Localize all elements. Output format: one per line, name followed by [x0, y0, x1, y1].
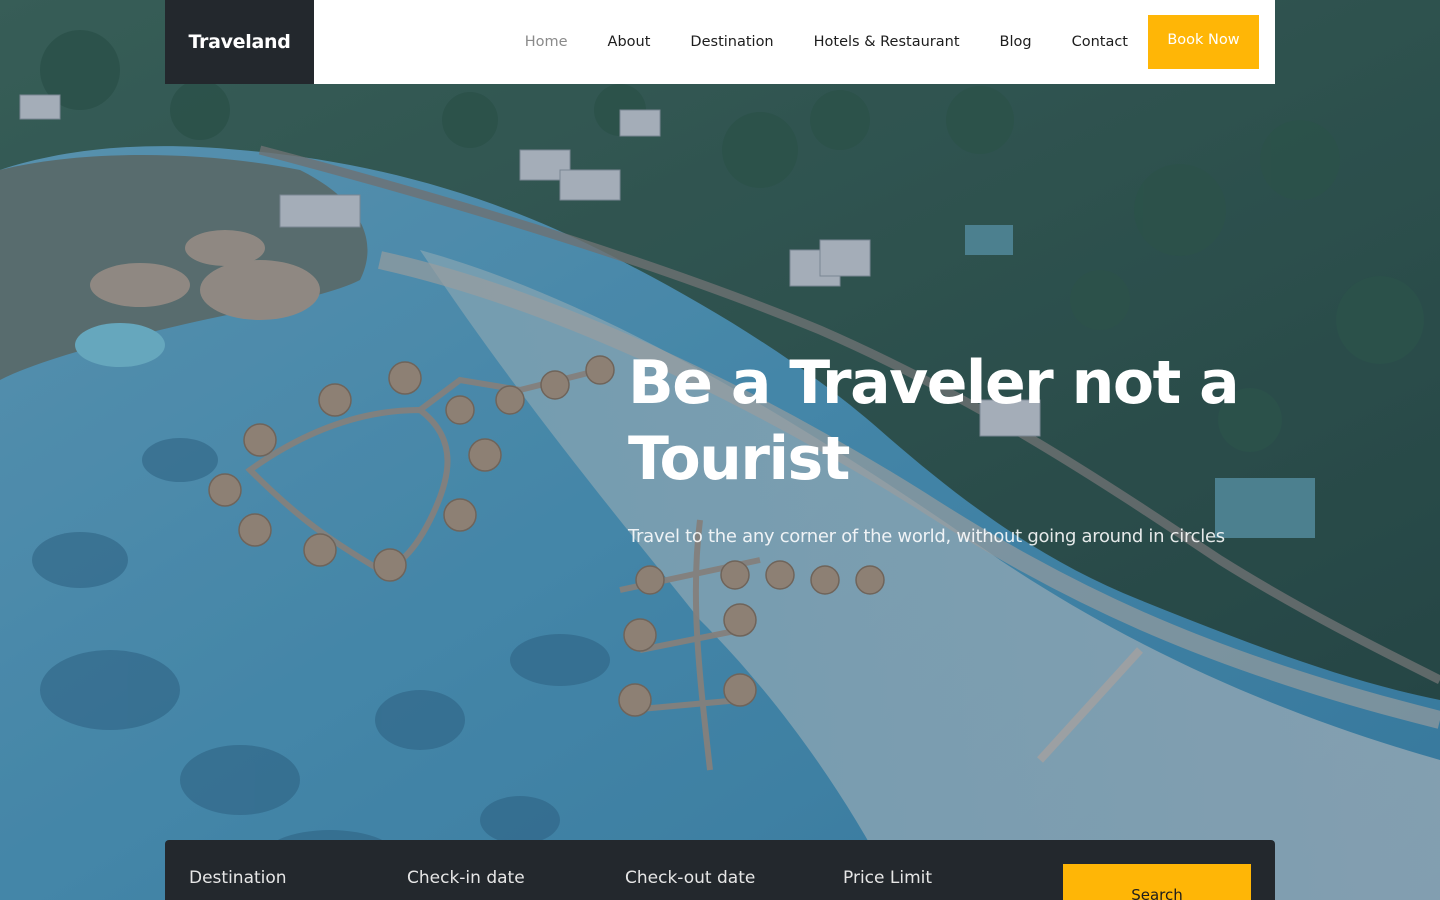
- check-in-field[interactable]: Check-in date: [383, 840, 601, 900]
- main-nav: Home About Destination Hotels & Restaura…: [485, 15, 1259, 69]
- hero-title: Be a Traveler not a Tourist: [628, 348, 1240, 494]
- destination-label: Destination: [189, 868, 287, 888]
- check-out-field[interactable]: Check-out date: [601, 840, 819, 900]
- nav-blog[interactable]: Blog: [1000, 34, 1032, 50]
- price-limit-label: Price Limit: [843, 868, 933, 888]
- price-limit-field[interactable]: Price Limit: [819, 840, 1037, 900]
- brand-logo[interactable]: Traveland: [165, 0, 314, 84]
- brand-logo-text: Traveland: [188, 31, 291, 53]
- search-button[interactable]: Search: [1063, 864, 1251, 900]
- nav-about[interactable]: About: [608, 34, 651, 50]
- booking-search-panel: Destination Check-in date Check-out date…: [165, 840, 1275, 900]
- nav-destination[interactable]: Destination: [690, 34, 773, 50]
- top-navbar: Traveland Home About Destination Hotels …: [165, 0, 1275, 84]
- check-in-label: Check-in date: [407, 868, 525, 888]
- hero-subtitle: Travel to the any corner of the world, w…: [628, 526, 1225, 547]
- book-now-button[interactable]: Book Now: [1148, 15, 1259, 69]
- nav-contact[interactable]: Contact: [1072, 34, 1128, 50]
- nav-home[interactable]: Home: [525, 34, 568, 50]
- check-out-label: Check-out date: [625, 868, 756, 888]
- nav-hotels-restaurant[interactable]: Hotels & Restaurant: [814, 34, 960, 50]
- destination-field[interactable]: Destination: [165, 840, 383, 900]
